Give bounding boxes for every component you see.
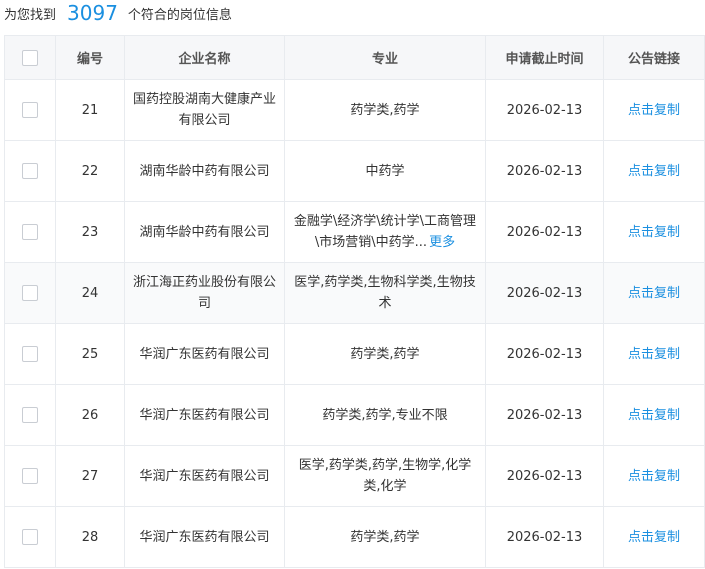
row-number: 25 [55, 323, 125, 385]
row-number: 26 [55, 384, 125, 446]
company-name: 国药控股湖南大健康产业有限公司 [124, 79, 285, 141]
row-number: 28 [55, 506, 125, 568]
row-number: 23 [55, 201, 125, 263]
company-name: 湖南华龄中药有限公司 [124, 201, 285, 263]
company-name: 浙江海正药业股份有限公司 [124, 262, 285, 324]
major-text: 药学类,药学 [350, 102, 420, 118]
link-cell: 点击复制 [603, 201, 705, 263]
row-checkbox[interactable] [22, 163, 38, 179]
deadline-date: 2026-02-13 [485, 140, 604, 202]
header-number: 编号 [55, 35, 125, 80]
deadline-date: 2026-02-13 [485, 262, 604, 324]
table-row: 28 华润广东医药有限公司 药学类,药学 2026-02-13 点击复制 [4, 506, 705, 568]
copy-link[interactable]: 点击复制 [628, 469, 680, 484]
table-row: 21 国药控股湖南大健康产业有限公司 药学类,药学 2026-02-13 点击复制 [4, 79, 705, 141]
select-all-checkbox[interactable] [22, 49, 38, 66]
copy-link[interactable]: 点击复制 [628, 347, 680, 362]
row-select[interactable] [4, 506, 56, 568]
results-prefix: 为您找到 [4, 8, 57, 23]
deadline-date: 2026-02-13 [485, 506, 604, 568]
table-header-row: 编号 企业名称 专业 申请截止时间 公告链接 [4, 35, 705, 80]
deadline-date: 2026-02-13 [485, 384, 604, 446]
company-name: 华润广东医药有限公司 [124, 445, 285, 507]
row-number: 21 [55, 79, 125, 141]
header-select-all[interactable] [4, 35, 56, 80]
major-cell: 金融学\经济学\统计学\工商管理\市场营销\中药学... 更多 [284, 201, 486, 263]
header-link: 公告链接 [603, 35, 705, 80]
row-select[interactable] [4, 445, 56, 507]
company-name: 湖南华龄中药有限公司 [124, 140, 285, 202]
table-row: 23 湖南华龄中药有限公司 金融学\经济学\统计学\工商管理\市场营销\中药学...… [4, 201, 705, 263]
major-cell: 医学,药学类,生物科学类,生物技术 [284, 262, 486, 324]
table-row: 24 浙江海正药业股份有限公司 医学,药学类,生物科学类,生物技术 2026-02-1… [4, 262, 705, 324]
header-major: 专业 [284, 35, 486, 80]
table-row: 25 华润广东医药有限公司 药学类,药学 2026-02-13 点击复制 [4, 323, 705, 385]
copy-link[interactable]: 点击复制 [628, 286, 680, 301]
company-name: 华润广东医药有限公司 [124, 506, 285, 568]
header-deadline: 申请截止时间 [485, 35, 604, 80]
more-link[interactable]: 更多 [429, 235, 455, 250]
link-cell: 点击复制 [603, 384, 705, 446]
row-checkbox[interactable] [22, 285, 38, 301]
link-cell: 点击复制 [603, 79, 705, 141]
major-text: 药学类,药学 [350, 346, 420, 362]
row-checkbox[interactable] [22, 224, 38, 240]
copy-link[interactable]: 点击复制 [628, 408, 680, 423]
company-name: 华润广东医药有限公司 [124, 384, 285, 446]
major-cell: 药学类,药学 [284, 506, 486, 568]
row-number: 27 [55, 445, 125, 507]
copy-link[interactable]: 点击复制 [628, 225, 680, 240]
deadline-date: 2026-02-13 [485, 79, 604, 141]
row-number: 24 [55, 262, 125, 324]
major-text: 中药学 [365, 163, 405, 179]
major-text: 药学类,药学,专业不限 [322, 407, 448, 423]
copy-link[interactable]: 点击复制 [628, 164, 680, 179]
major-cell: 医学,药学类,药学,生物学,化学类,化学 [284, 445, 486, 507]
results-count: 3097 [67, 1, 118, 25]
link-cell: 点击复制 [603, 262, 705, 324]
row-checkbox[interactable] [22, 468, 38, 484]
copy-link[interactable]: 点击复制 [628, 530, 680, 545]
row-select[interactable] [4, 384, 56, 446]
company-name: 华润广东医药有限公司 [124, 323, 285, 385]
link-cell: 点击复制 [603, 140, 705, 202]
link-cell: 点击复制 [603, 506, 705, 568]
link-cell: 点击复制 [603, 445, 705, 507]
row-checkbox[interactable] [22, 407, 38, 423]
major-cell: 药学类,药学,专业不限 [284, 384, 486, 446]
row-select[interactable] [4, 79, 56, 141]
deadline-date: 2026-02-13 [485, 323, 604, 385]
row-checkbox[interactable] [22, 529, 38, 545]
header-company: 企业名称 [124, 35, 285, 80]
major-cell: 药学类,药学 [284, 79, 486, 141]
row-select[interactable] [4, 201, 56, 263]
table-row: 27 华润广东医药有限公司 医学,药学类,药学,生物学,化学类,化学 2026-02-… [4, 445, 705, 507]
major-cell: 中药学 [284, 140, 486, 202]
row-checkbox[interactable] [22, 346, 38, 362]
major-text: 医学,药学类,药学,生物学,化学类,化学 [298, 458, 472, 494]
link-cell: 点击复制 [603, 323, 705, 385]
row-select[interactable] [4, 262, 56, 324]
major-text: 药学类,药学 [350, 529, 420, 545]
table-row: 22 湖南华龄中药有限公司 中药学 2026-02-13 点击复制 [4, 140, 705, 202]
deadline-date: 2026-02-13 [485, 201, 604, 263]
major-text: 医学,药学类,生物科学类,生物技术 [294, 275, 476, 311]
major-cell: 药学类,药学 [284, 323, 486, 385]
row-select[interactable] [4, 140, 56, 202]
results-suffix: 个符合的岗位信息 [127, 8, 232, 23]
row-select[interactable] [4, 323, 56, 385]
deadline-date: 2026-02-13 [485, 445, 604, 507]
row-number: 22 [55, 140, 125, 202]
copy-link[interactable]: 点击复制 [628, 103, 680, 118]
table-row: 26 华润广东医药有限公司 药学类,药学,专业不限 2026-02-13 点击复制 [4, 384, 705, 446]
row-checkbox[interactable] [22, 102, 38, 118]
results-summary: 为您找到 3097 个符合的岗位信息 [4, 0, 232, 26]
job-table: 编号 企业名称 专业 申请截止时间 公告链接 21 国药控股湖南大健康产业有限公司… [4, 35, 705, 568]
